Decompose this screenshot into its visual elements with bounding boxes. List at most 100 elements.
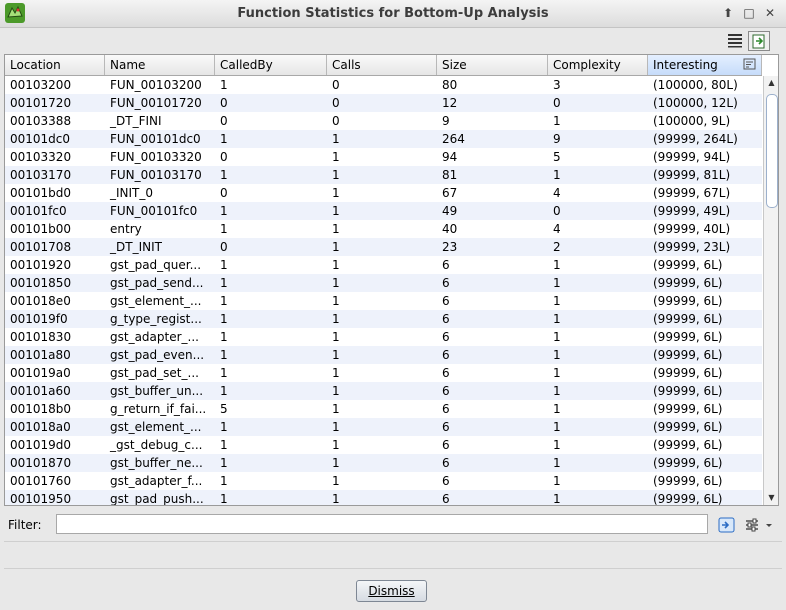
cell-size: 6	[442, 294, 450, 308]
cell-calls: 1	[332, 366, 340, 380]
table-row[interactable]: 001019f0 g_type_regist... 1 1 6 1 (99999, 6L)	[5, 310, 762, 328]
cell-size: 67	[442, 186, 458, 200]
maximize-icon[interactable]: □	[741, 5, 757, 21]
cell-calls: 1	[332, 438, 340, 452]
table-row[interactable]: 00101a80 gst_pad_even... 1 1 6 1 (99999, 6L)	[5, 346, 762, 364]
cell-calls: 1	[332, 492, 340, 506]
close-icon[interactable]: ✕	[762, 5, 778, 21]
table-row[interactable]: 00101870 gst_buffer_ne... 1 1 6 1 (99999, 6L)	[5, 454, 762, 472]
cell-size: 6	[442, 330, 450, 344]
table-row[interactable]: 00101a60 gst_buffer_un... 1 1 6 1 (99999, 6L)	[5, 382, 762, 400]
column-header-label: Location	[10, 58, 61, 72]
cell-complexity: 1	[553, 276, 561, 290]
cell-name: gst_buffer_un...	[110, 384, 204, 398]
table-row[interactable]: 00103320 FUN_00103320 0 1 94 5 (99999, 94L)	[5, 148, 762, 166]
column-header-size[interactable]: Size	[437, 55, 548, 75]
cell-complexity: 1	[553, 312, 561, 326]
table-row[interactable]: 001019a0 gst_pad_set_... 1 1 6 1 (99999, 6L)	[5, 364, 762, 382]
cell-name: _gst_debug_c...	[110, 438, 203, 452]
up-icon[interactable]: ⬆	[720, 5, 736, 21]
cell-name: _INIT_0	[110, 186, 154, 200]
cell-location: 00101a60	[10, 384, 71, 398]
table-row[interactable]: 00101b00 entry 1 1 40 4 (99999, 40L)	[5, 220, 762, 238]
table-row[interactable]: 00103388 _DT_FINI 0 0 9 1 (100000, 9L)	[5, 112, 762, 130]
scroll-thumb[interactable]	[766, 94, 778, 208]
filter-options-icon[interactable]	[718, 516, 736, 534]
cell-interesting: (100000, 9L)	[653, 114, 731, 128]
column-header-calledby[interactable]: CalledBy	[215, 55, 327, 75]
table-row[interactable]: 001018b0 g_return_if_fai... 5 1 6 1 (99999, 6L…	[5, 400, 762, 418]
cell-location: 00101bd0	[10, 186, 72, 200]
scroll-up-arrow-icon[interactable]: ▲	[764, 76, 778, 90]
cell-name: gst_buffer_ne...	[110, 456, 203, 470]
cell-interesting: (99999, 81L)	[653, 168, 731, 182]
table-row[interactable]: 00101950 gst_pad_push... 1 1 6 1 (99999, 6L)	[5, 490, 762, 506]
cell-calledby: 5	[220, 402, 228, 416]
cell-calledby: 1	[220, 222, 228, 236]
cell-complexity: 1	[553, 438, 561, 452]
table-row[interactable]: 001018a0 gst_element_... 1 1 6 1 (99999, 6L)	[5, 418, 762, 436]
table-row[interactable]: 00101830 gst_adapter_... 1 1 6 1 (99999, 6L)	[5, 328, 762, 346]
table-row[interactable]: 00101bd0 _INIT_0 0 1 67 4 (99999, 67L)	[5, 184, 762, 202]
table-view-icon[interactable]	[725, 31, 745, 49]
table-row[interactable]: 00101708 _DT_INIT 0 1 23 2 (99999, 23L)	[5, 238, 762, 256]
column-header-name[interactable]: Name	[105, 55, 215, 75]
cell-interesting: (99999, 6L)	[653, 384, 723, 398]
table-row[interactable]: 00101920 gst_pad_quer... 1 1 6 1 (99999, 6L)	[5, 256, 762, 274]
cell-location: 001019a0	[10, 366, 71, 380]
function-statistics-table[interactable]: Location Name CalledBy Calls Size Complexity I…	[4, 54, 779, 506]
cell-calledby: 1	[220, 492, 228, 506]
cell-location: 001018a0	[10, 420, 71, 434]
cell-calls: 1	[332, 204, 340, 218]
scroll-down-arrow-icon[interactable]: ▼	[764, 491, 778, 505]
cell-calls: 1	[332, 276, 340, 290]
cell-name: FUN_00103320	[110, 150, 202, 164]
column-header-calls[interactable]: Calls	[327, 55, 437, 75]
cell-calls: 1	[332, 330, 340, 344]
cell-name: gst_pad_set_...	[110, 366, 199, 380]
cell-name: g_type_regist...	[110, 312, 202, 326]
cell-complexity: 0	[553, 204, 561, 218]
filter-bar: Filter:	[0, 511, 786, 539]
export-icon[interactable]	[748, 31, 770, 51]
table-row[interactable]: 00103200 FUN_00103200 1 0 80 3 (100000, 80L)	[5, 76, 762, 94]
column-header-complexity[interactable]: Complexity	[548, 55, 648, 75]
cell-complexity: 1	[553, 168, 561, 182]
cell-name: gst_element_...	[110, 294, 202, 308]
cell-size: 6	[442, 420, 450, 434]
table-row[interactable]: 001019d0 _gst_debug_c... 1 1 6 1 (99999, 6L)	[5, 436, 762, 454]
cell-name: g_return_if_fai...	[110, 402, 207, 416]
cell-size: 6	[442, 258, 450, 272]
table-row[interactable]: 001018e0 gst_element_... 1 1 6 1 (99999, 6L)	[5, 292, 762, 310]
filter-input[interactable]	[56, 514, 708, 534]
table-row[interactable]: 00103170 FUN_00103170 1 1 81 1 (99999, 81L)	[5, 166, 762, 184]
cell-calledby: 1	[220, 366, 228, 380]
cell-complexity: 9	[553, 132, 561, 146]
table-row[interactable]: 00101720 FUN_00101720 0 0 12 0 (100000, 12L)	[5, 94, 762, 112]
cell-complexity: 1	[553, 294, 561, 308]
cell-complexity: 3	[553, 78, 561, 92]
cell-size: 264	[442, 132, 465, 146]
table-row[interactable]: 00101dc0 FUN_00101dc0 1 1 264 9 (99999, 264L)	[5, 130, 762, 148]
table-row[interactable]: 00101fc0 FUN_00101fc0 1 1 49 0 (99999, 49L)	[5, 202, 762, 220]
window-title: Function Statistics for Bottom-Up Analys…	[237, 6, 549, 21]
cell-calledby: 1	[220, 474, 228, 488]
cell-calledby: 1	[220, 456, 228, 470]
cell-complexity: 1	[553, 402, 561, 416]
cell-name: FUN_00101dc0	[110, 132, 201, 146]
table-row[interactable]: 00101760 gst_adapter_f... 1 1 6 1 (99999, 6L)	[5, 472, 762, 490]
cell-complexity: 0	[553, 96, 561, 110]
settings-sliders-icon[interactable]	[744, 516, 774, 534]
cell-interesting: (99999, 94L)	[653, 150, 731, 164]
filter-label: Filter:	[8, 518, 42, 532]
vertical-scrollbar[interactable]: ▲ ▼	[763, 76, 778, 505]
table-row[interactable]: 00101850 gst_pad_send... 1 1 6 1 (99999, 6L)	[5, 274, 762, 292]
column-header-location[interactable]: Location	[5, 55, 105, 75]
dismiss-button[interactable]: Dismiss	[356, 580, 427, 602]
column-header-interesting[interactable]: Interesting	[648, 55, 762, 75]
cell-name: entry	[110, 222, 142, 236]
cell-name: gst_pad_quer...	[110, 258, 202, 272]
cell-calls: 1	[332, 240, 340, 254]
cell-calledby: 0	[220, 150, 228, 164]
cell-complexity: 1	[553, 420, 561, 434]
